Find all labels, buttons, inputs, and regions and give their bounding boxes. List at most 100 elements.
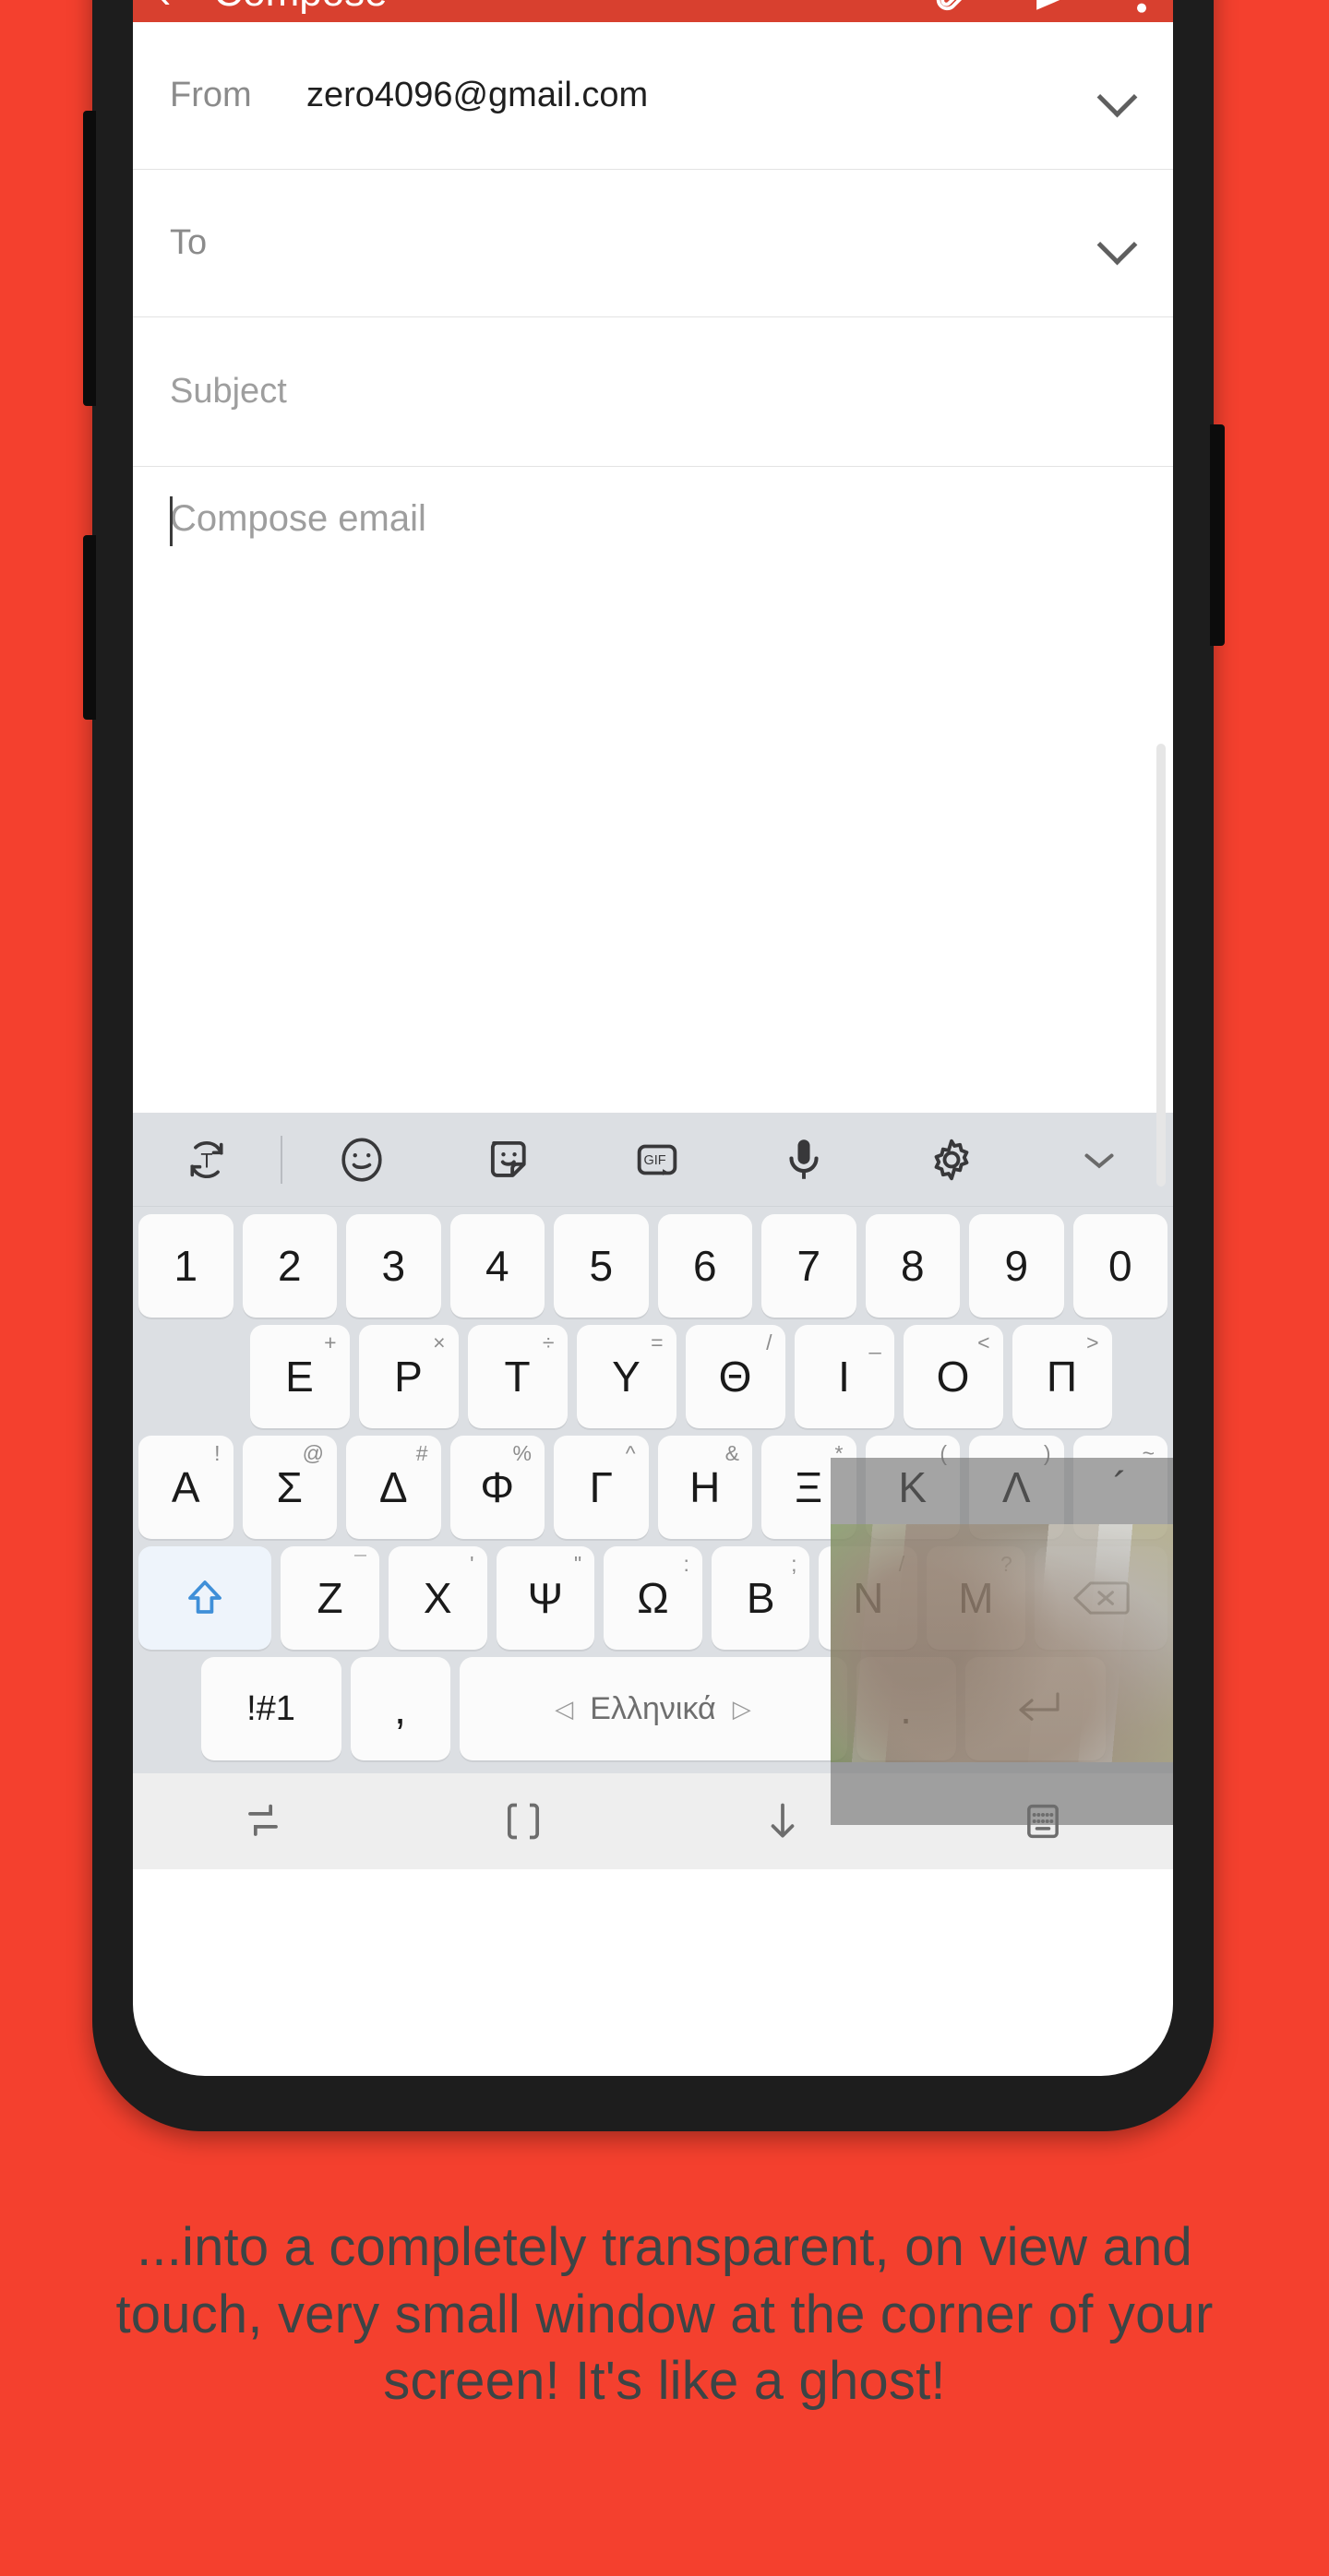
svg-text:T: T — [200, 1149, 212, 1172]
home-icon[interactable] — [393, 1795, 653, 1847]
key-phi[interactable]: % Φ — [449, 1436, 545, 1539]
key-9[interactable]: 9 — [969, 1214, 1064, 1318]
to-field-row[interactable]: To — [133, 170, 1173, 317]
key-label: 6 — [692, 1242, 717, 1290]
key-label: Ω — [637, 1574, 669, 1622]
emoji-icon[interactable] — [288, 1133, 436, 1187]
attachment-icon[interactable] — [931, 0, 974, 14]
volume-up-button[interactable] — [83, 111, 96, 406]
key-omicron[interactable]: < Ο — [903, 1325, 1003, 1428]
key-sup: ^ — [625, 1441, 636, 1465]
key-label: Θ — [718, 1353, 752, 1401]
key-comma[interactable]: , — [350, 1657, 450, 1760]
recents-icon[interactable] — [133, 1795, 393, 1847]
next-language-arrow-icon[interactable]: ▷ — [733, 1695, 751, 1723]
key-7[interactable]: 7 — [761, 1214, 856, 1318]
key-sup: ) — [1043, 1441, 1051, 1465]
scrollbar[interactable] — [1156, 744, 1166, 1187]
key-label: Τ — [504, 1353, 531, 1401]
key-xi[interactable]: * Ξ — [761, 1436, 856, 1539]
key-iota[interactable]: _ Ι — [794, 1325, 894, 1428]
key-label: Υ — [612, 1353, 641, 1401]
key-label: Μ — [958, 1574, 994, 1622]
key-upsilon[interactable]: = Υ — [576, 1325, 676, 1428]
keyboard-row-2: ! Α @ Σ # Δ % Φ ^ Γ & Η * Ξ (Κ ) Λ ~ ´ — [133, 1428, 1173, 1539]
symbols-key[interactable]: !#1 — [200, 1657, 341, 1760]
key-pi[interactable]: > Π — [1012, 1325, 1112, 1428]
key-psi[interactable]: " Ψ — [496, 1546, 595, 1650]
sticker-icon[interactable] — [436, 1133, 583, 1187]
chevron-down-icon[interactable] — [1099, 78, 1136, 114]
screenshot-root: ‹ Compose — [0, 0, 1329, 2576]
key-sup: ( — [940, 1441, 947, 1465]
key-label: 3 — [381, 1242, 406, 1290]
key-chi[interactable]: ' Χ — [388, 1546, 487, 1650]
back-arrow-icon[interactable]: ‹ — [157, 0, 171, 14]
key-beta[interactable]: ; Β — [711, 1546, 810, 1650]
key-0[interactable]: 0 — [1072, 1214, 1167, 1318]
translate-icon[interactable]: T — [133, 1133, 281, 1187]
body-input[interactable]: Compose email — [170, 498, 1136, 540]
send-icon[interactable] — [1033, 0, 1079, 16]
key-4[interactable]: 4 — [449, 1214, 545, 1318]
key-omega[interactable]: :Ω — [604, 1546, 702, 1650]
key-sup: & — [724, 1441, 739, 1465]
key-tau[interactable]: ÷ Τ — [467, 1325, 568, 1428]
key-theta[interactable]: / Θ — [685, 1325, 785, 1428]
key-sup: = — [651, 1330, 664, 1354]
key-mu[interactable]: ? Μ — [927, 1546, 1025, 1650]
key-label: Ι — [838, 1353, 850, 1401]
key-8[interactable]: 8 — [865, 1214, 960, 1318]
settings-gear-icon[interactable] — [878, 1133, 1025, 1187]
subject-input[interactable]: Subject — [170, 372, 1136, 411]
hide-keyboard-down-icon[interactable] — [653, 1795, 914, 1847]
key-tonos[interactable]: ~ ´ — [1072, 1436, 1167, 1539]
phone-device: ‹ Compose — [83, 0, 1225, 2131]
power-button[interactable] — [1210, 424, 1225, 646]
key-label: 2 — [277, 1242, 302, 1290]
volume-down-button[interactable] — [83, 535, 96, 720]
key-epsilon[interactable]: + Ε — [249, 1325, 350, 1428]
key-kappa[interactable]: (Κ — [865, 1436, 960, 1539]
key-1[interactable]: 1 — [138, 1214, 233, 1318]
gif-icon[interactable]: GIF — [583, 1133, 731, 1187]
key-rho[interactable]: × Ρ — [358, 1325, 459, 1428]
key-label: Π — [1046, 1353, 1078, 1401]
from-field-row[interactable]: From zero4096@gmail.com — [133, 22, 1173, 170]
space-key[interactable]: ◁ Ελληνικά ▷ — [459, 1657, 847, 1760]
key-3[interactable]: 3 — [346, 1214, 441, 1318]
key-period[interactable]: . — [856, 1657, 956, 1760]
more-vertical-icon[interactable] — [1134, 0, 1149, 16]
key-label: Χ — [423, 1574, 452, 1622]
chevron-down-icon[interactable] — [1099, 225, 1136, 262]
key-zeta[interactable]: ¯ Ζ — [281, 1546, 379, 1650]
shift-up-arrow-icon[interactable] — [138, 1546, 272, 1650]
key-nu[interactable]: / Ν — [819, 1546, 918, 1650]
key-alpha[interactable]: ! Α — [138, 1436, 233, 1539]
keyboard: T GIF 1 2 3 4 5 6 7 8 9 0 + Ε × Ρ ÷ Τ = … — [133, 1113, 1173, 1773]
key-sup: " — [574, 1552, 582, 1576]
key-label: . — [900, 1685, 912, 1733]
body-field[interactable]: Compose email — [133, 467, 1173, 1187]
key-eta[interactable]: & Η — [657, 1436, 752, 1539]
key-sup: ! — [214, 1441, 221, 1465]
key-gamma[interactable]: ^ Γ — [554, 1436, 649, 1539]
key-5[interactable]: 5 — [554, 1214, 649, 1318]
key-delta[interactable]: # Δ — [346, 1436, 441, 1539]
backspace-icon[interactable] — [1034, 1546, 1167, 1650]
chevron-down-icon[interactable] — [1025, 1135, 1173, 1185]
key-sup: _ — [868, 1330, 881, 1354]
microphone-icon[interactable] — [730, 1133, 878, 1187]
keyboard-row-1: + Ε × Ρ ÷ Τ = Υ / Θ _ Ι < Ο > Π — [133, 1318, 1173, 1428]
prev-language-arrow-icon[interactable]: ◁ — [555, 1695, 573, 1723]
key-sup: × — [433, 1330, 446, 1354]
key-label: Ε — [285, 1353, 314, 1401]
key-6[interactable]: 6 — [657, 1214, 752, 1318]
key-sigma[interactable]: @ Σ — [242, 1436, 337, 1539]
subject-field-row[interactable]: Subject — [133, 317, 1173, 467]
keyboard-switch-icon[interactable] — [913, 1795, 1173, 1847]
enter-return-icon[interactable] — [964, 1657, 1106, 1760]
key-2[interactable]: 2 — [242, 1214, 337, 1318]
key-lambda[interactable]: ) Λ — [969, 1436, 1064, 1539]
key-label: Ν — [853, 1574, 884, 1622]
